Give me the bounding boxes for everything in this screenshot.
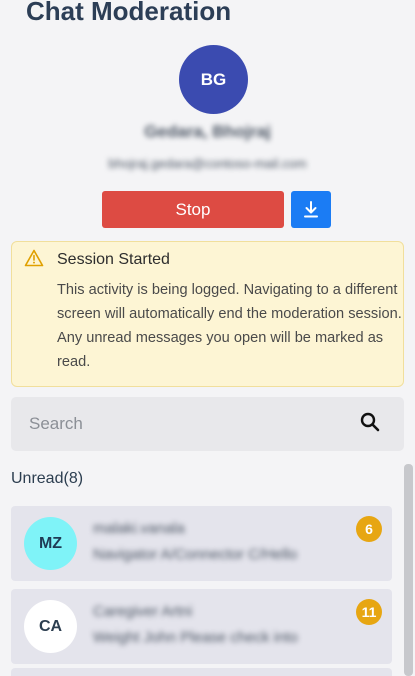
download-button[interactable] [291, 191, 331, 228]
unread-badge: 6 [356, 516, 382, 542]
search-input[interactable] [29, 411, 329, 437]
avatar-initials: BG [200, 69, 227, 89]
moderator-name: Gedara, Bhojraj [0, 122, 415, 142]
unread-count: (8) [63, 470, 84, 487]
conversation-preview: Weight John Please check into [93, 629, 298, 646]
moderator-email: bhojraj.gedara@contoso-mail.com [0, 156, 415, 171]
moderator-email-text: bhojraj.gedara@contoso-mail.com [108, 156, 307, 171]
stop-button[interactable]: Stop [102, 191, 284, 228]
scrollbar[interactable] [404, 464, 413, 676]
page-title: Chat Moderation [26, 0, 232, 26]
avatar: CA [24, 600, 77, 653]
avatar: MZ [24, 517, 77, 570]
conversation-item[interactable]: MZ malaki.vanala Navigator A/Connector C… [11, 506, 392, 581]
alert-message: This activity is being logged. Navigatin… [57, 282, 402, 370]
unread-label: Unread [11, 470, 64, 487]
conversation-item[interactable]: CA Caregiver Artni Weight John Please ch… [11, 589, 392, 664]
alert-title: Session Started [57, 251, 170, 268]
unread-heading: Unread(8) [11, 470, 83, 488]
warning-icon [24, 249, 44, 267]
unread-badge: 11 [356, 599, 382, 625]
avatar: BG [179, 45, 248, 114]
search-icon[interactable] [359, 411, 381, 433]
download-icon [304, 200, 318, 217]
avatar-initials: CA [38, 617, 63, 635]
moderator-name-text: Gedara, Bhojraj [144, 122, 271, 141]
search-box [11, 397, 404, 451]
conversation-participant: Caregiver Artni [93, 603, 193, 620]
conversation-item[interactable] [11, 668, 392, 676]
session-alert: Session Started This activity is being l… [11, 241, 404, 387]
conversation-preview: Navigator A/Connector C/Hello [93, 546, 298, 563]
conversation-participant: malaki.vanala [93, 520, 185, 537]
avatar-initials: MZ [38, 534, 63, 552]
